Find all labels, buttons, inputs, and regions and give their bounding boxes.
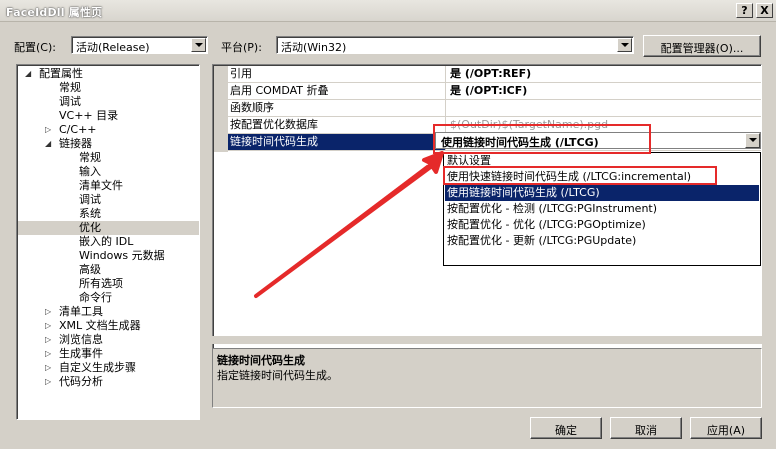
expand-icon[interactable]: ▷ bbox=[45, 375, 51, 389]
tree-item-manifest-tool[interactable]: 清单工具 bbox=[59, 305, 103, 319]
tree-item-cpp[interactable]: C/C++ bbox=[59, 123, 97, 137]
config-label: 配置(C): bbox=[14, 41, 56, 54]
pane-splitter[interactable] bbox=[212, 336, 762, 344]
ltcg-value-combo[interactable]: 使用链接时间代码生成 (/LTCG) bbox=[435, 132, 761, 149]
ok-button[interactable]: 确定 bbox=[530, 417, 602, 439]
category-tree[interactable]: ◢ 配置属性 常规 调试 VC++ 目录 ▷ C/C++ ◢ 链接器 常规 输入… bbox=[16, 64, 200, 420]
grid-row[interactable]: 引用 是 (/OPT:REF) bbox=[228, 66, 761, 83]
tree-item-embedded-idl[interactable]: 嵌入的 IDL bbox=[79, 235, 133, 249]
expand-icon[interactable]: ▷ bbox=[45, 361, 51, 375]
expand-icon[interactable]: ▷ bbox=[45, 333, 51, 347]
tree-item-command-line[interactable]: 命令行 bbox=[79, 291, 112, 305]
expand-icon[interactable]: ▷ bbox=[45, 305, 51, 319]
dropdown-item-ltcg-incremental[interactable]: 使用快速链接时间代码生成 (/LTCG:incremental) bbox=[445, 169, 759, 185]
expand-icon[interactable]: ◢ bbox=[25, 67, 31, 81]
dropdown-item-pg-optimize[interactable]: 按配置优化 - 优化 (/LTCG:PGOptimize) bbox=[445, 217, 759, 233]
apply-button[interactable]: 应用(A) bbox=[690, 417, 762, 439]
platform-combo[interactable]: 活动(Win32) bbox=[276, 36, 634, 54]
help-button[interactable]: ? bbox=[736, 3, 753, 18]
platform-value: 活动(Win32) bbox=[281, 41, 347, 54]
tree-item-advanced[interactable]: 高级 bbox=[79, 263, 101, 277]
tree-item-general[interactable]: 常规 bbox=[59, 81, 81, 95]
tree-item-config-properties[interactable]: 配置属性 bbox=[39, 67, 83, 81]
tree-item-debugging[interactable]: 调试 bbox=[59, 95, 81, 109]
dropdown-item-ltcg[interactable]: 使用链接时间代码生成 (/LTCG) bbox=[445, 185, 759, 201]
platform-label: 平台(P): bbox=[221, 41, 262, 54]
dropdown-item-default[interactable]: 默认设置 bbox=[445, 153, 759, 169]
config-value: 活动(Release) bbox=[76, 41, 150, 54]
dropdown-item-pg-update[interactable]: 按配置优化 - 更新 (/LTCG:PGUpdate) bbox=[445, 233, 759, 249]
ltcg-dropdown-list[interactable]: 默认设置 使用快速链接时间代码生成 (/LTCG:incremental) 使用… bbox=[443, 152, 761, 266]
tree-item-linker-general[interactable]: 常规 bbox=[79, 151, 101, 165]
tree-item-build-events[interactable]: 生成事件 bbox=[59, 347, 103, 361]
tree-item-linker-system[interactable]: 系统 bbox=[79, 207, 101, 221]
description-title: 链接时间代码生成 bbox=[217, 354, 305, 367]
tree-item-linker-input[interactable]: 输入 bbox=[79, 165, 101, 179]
close-button[interactable]: X bbox=[756, 3, 773, 18]
tree-item-linker[interactable]: 链接器 bbox=[59, 137, 92, 151]
cancel-button[interactable]: 取消 bbox=[610, 417, 682, 439]
tree-item-browse-info[interactable]: 浏览信息 bbox=[59, 333, 103, 347]
expand-icon[interactable]: ◢ bbox=[45, 137, 51, 151]
tree-item-all-options[interactable]: 所有选项 bbox=[79, 277, 123, 291]
tree-item-xml-doc[interactable]: XML 文档生成器 bbox=[59, 319, 141, 333]
chevron-down-icon[interactable] bbox=[617, 38, 632, 52]
expand-icon[interactable]: ▷ bbox=[45, 347, 51, 361]
window-title: FaceIdDll 属性页 bbox=[6, 6, 103, 19]
tree-item-vc-directories[interactable]: VC++ 目录 bbox=[59, 109, 118, 123]
tree-item-linker-debugging[interactable]: 调试 bbox=[79, 193, 101, 207]
expand-icon[interactable]: ▷ bbox=[45, 123, 51, 137]
tree-item-code-analysis[interactable]: 代码分析 bbox=[59, 375, 103, 389]
tree-item-linker-manifest[interactable]: 清单文件 bbox=[79, 179, 123, 193]
description-text: 指定链接时间代码生成。 bbox=[217, 369, 338, 382]
ltcg-current-value: 使用链接时间代码生成 (/LTCG) bbox=[441, 136, 599, 149]
config-manager-button[interactable]: 配置管理器(O)... bbox=[643, 35, 761, 57]
dropdown-item-pg-instrument[interactable]: 按配置优化 - 检测 (/LTCG:PGInstrument) bbox=[445, 201, 759, 217]
description-panel: 链接时间代码生成 指定链接时间代码生成。 bbox=[212, 348, 762, 408]
tree-item-custom-build[interactable]: 自定义生成步骤 bbox=[59, 361, 136, 375]
expand-icon[interactable]: ▷ bbox=[45, 319, 51, 333]
tree-item-windows-metadata[interactable]: Windows 元数据 bbox=[79, 249, 165, 263]
tree-item-linker-optimization[interactable]: 优化 bbox=[18, 221, 199, 235]
grid-row[interactable]: 启用 COMDAT 折叠 是 (/OPT:ICF) bbox=[228, 83, 761, 100]
chevron-down-icon[interactable] bbox=[191, 38, 206, 52]
config-combo[interactable]: 活动(Release) bbox=[71, 36, 208, 54]
grid-row[interactable]: 函数顺序 bbox=[228, 100, 761, 117]
grid-margin bbox=[214, 66, 228, 152]
title-bar: FaceIdDll 属性页 ? X bbox=[0, 0, 776, 22]
property-pages-window: 配置(C): 活动(Release) 平台(P): 活动(Win32) 配置管理… bbox=[0, 22, 776, 449]
chevron-down-icon[interactable] bbox=[745, 133, 760, 148]
